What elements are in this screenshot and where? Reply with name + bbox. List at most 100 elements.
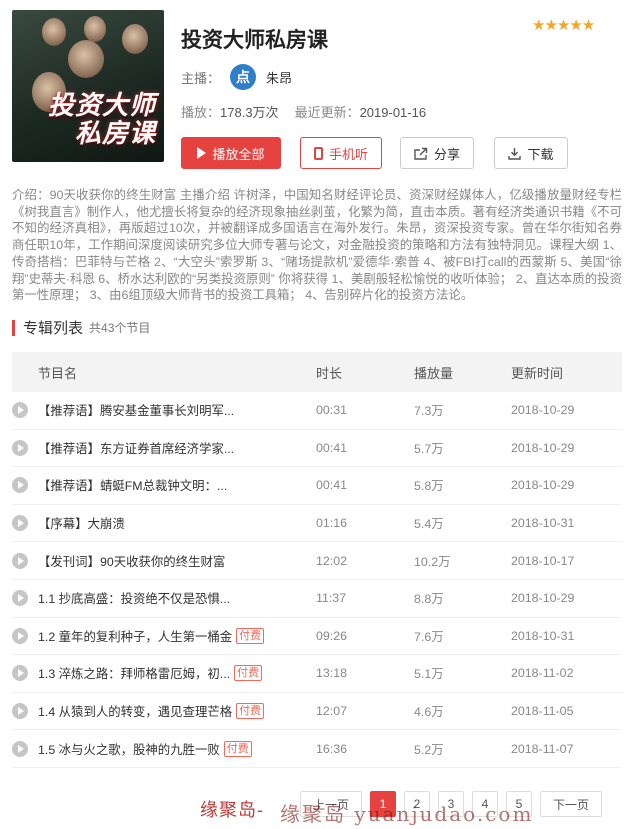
track-duration: 11:37 bbox=[316, 591, 347, 606]
track-plays: 4.6万 bbox=[414, 705, 444, 720]
play-icon[interactable] bbox=[12, 665, 28, 682]
track-row[interactable]: 1.4 从猿到人的转变，遇见查理芒格 付费 12:07 4.6万 2018-11-05 bbox=[12, 693, 622, 731]
album-title: 投资大师私房课 bbox=[181, 29, 328, 52]
track-row[interactable]: 【推荐语】东方证券首席经济学家... 00:41 5.7万 2018-10-29 bbox=[12, 430, 622, 468]
track-date: 2018-11-02 bbox=[511, 666, 574, 681]
track-row[interactable]: 1.3 淬炼之路：拜师格雷厄姆，初... 付费 13:18 5.1万 2018-11-0… bbox=[12, 655, 622, 693]
track-plays: 5.4万 bbox=[414, 517, 444, 532]
track-row[interactable]: 1.1 抄底高盛：投资绝不仅是恐惧... 11:37 8.8万 2018-10-29 bbox=[12, 580, 622, 618]
list-header: 节目名 时长 播放量 更新时间 bbox=[12, 352, 622, 392]
section-accent-bar bbox=[12, 319, 15, 336]
track-row[interactable]: 【发刊词】90天收获你的终生财富 12:02 10.2万 2018-10-17 bbox=[12, 542, 622, 580]
play-icon[interactable] bbox=[12, 552, 28, 569]
track-row[interactable]: 1.2 童年的复利种子，人生第一桶金 付费 09:26 7.6万 2018-10-31 bbox=[12, 618, 622, 656]
share-icon bbox=[414, 147, 428, 160]
track-title-cell: 1.3 淬炼之路：拜师格雷厄姆，初... 付费 bbox=[12, 664, 316, 682]
track-title[interactable]: 1.4 从猿到人的转变，遇见查理芒格 bbox=[38, 702, 232, 720]
track-duration: 00:41 bbox=[316, 440, 348, 455]
track-plays: 10.2万 bbox=[414, 554, 451, 569]
play-icon[interactable] bbox=[12, 402, 28, 419]
track-title[interactable]: 1.1 抄底高盛：投资绝不仅是恐惧... bbox=[38, 589, 230, 607]
track-plays: 8.8万 bbox=[414, 592, 444, 607]
track-title[interactable]: 【推荐语】腾安基金董事长刘明军... bbox=[38, 401, 234, 419]
track-title[interactable]: 1.2 童年的复利种子，人生第一桶金 bbox=[38, 627, 232, 645]
play-icon[interactable] bbox=[12, 477, 28, 494]
play-icon bbox=[197, 147, 207, 159]
track-date: 2018-10-29 bbox=[511, 591, 575, 606]
cover-title-art: 投资大师 私房课 bbox=[47, 91, 156, 149]
track-date: 2018-10-29 bbox=[511, 403, 575, 418]
track-plays: 5.1万 bbox=[414, 667, 444, 682]
track-date: 2018-10-31 bbox=[511, 516, 575, 531]
section-count: 共43个节目 bbox=[89, 321, 151, 335]
header-title: 节目名 bbox=[38, 365, 78, 381]
track-row[interactable]: 【推荐语】腾安基金董事长刘明军... 00:31 7.3万 2018-10-29 bbox=[12, 392, 622, 430]
play-icon[interactable] bbox=[12, 627, 28, 644]
plays-value: 178.3万次 bbox=[220, 105, 279, 120]
track-plays: 7.3万 bbox=[414, 404, 444, 419]
track-duration: 13:18 bbox=[316, 666, 348, 681]
track-duration: 16:36 bbox=[316, 741, 348, 756]
download-icon bbox=[508, 147, 522, 160]
section-header: 专辑列表 共43个节目 bbox=[12, 317, 150, 338]
track-title[interactable]: 【推荐语】东方证券首席经济学家... bbox=[38, 439, 234, 457]
header-duration: 时长 bbox=[316, 365, 343, 381]
paid-badge: 付费 bbox=[234, 665, 263, 682]
track-title-cell: 【序幕】大崩溃 bbox=[12, 514, 316, 532]
updated-label: 最近更新： bbox=[294, 105, 360, 120]
plays-label: 播放： bbox=[181, 105, 221, 120]
track-date: 2018-11-07 bbox=[511, 741, 574, 756]
track-title[interactable]: 【发刊词】90天收获你的终生财富 bbox=[38, 552, 225, 570]
track-date: 2018-10-29 bbox=[511, 440, 575, 455]
meta-row: 播放：178.3万次 最近更新：2019-01-16 bbox=[181, 102, 426, 121]
next-page-button[interactable]: 下一页 bbox=[540, 791, 602, 817]
play-all-button[interactable]: 播放全部 bbox=[181, 137, 281, 169]
play-icon[interactable] bbox=[12, 740, 28, 757]
updated-value: 2019-01-16 bbox=[359, 105, 427, 120]
track-plays: 5.8万 bbox=[414, 479, 444, 494]
track-row[interactable]: 【序幕】大崩溃 01:16 5.4万 2018-10-31 bbox=[12, 505, 622, 543]
track-duration: 12:02 bbox=[316, 553, 348, 568]
share-label: 分享 bbox=[433, 146, 460, 162]
host-name[interactable]: 朱昂 bbox=[266, 68, 292, 87]
host-label: 主播： bbox=[181, 70, 221, 86]
download-button[interactable]: 下载 bbox=[494, 137, 568, 169]
play-icon[interactable] bbox=[12, 590, 28, 607]
rating-stars: ★★★★★ bbox=[532, 17, 595, 34]
play-icon[interactable] bbox=[12, 703, 28, 720]
track-title[interactable]: 【序幕】大崩溃 bbox=[38, 514, 125, 532]
header-updated: 更新时间 bbox=[511, 365, 564, 381]
host-avatar[interactable]: 点 bbox=[230, 64, 257, 90]
track-title[interactable]: 1.5 冰与火之歌，股神的九胜一败 bbox=[38, 740, 220, 758]
track-plays: 5.7万 bbox=[414, 441, 444, 456]
track-title-cell: 【推荐语】东方证券首席经济学家... bbox=[12, 439, 316, 457]
track-title[interactable]: 【推荐语】蜻蜓FM总裁钟文明：... bbox=[38, 476, 227, 494]
track-row[interactable]: 1.5 冰与火之歌，股神的九胜一败 付费 16:36 5.2万 2018-11-07 bbox=[12, 730, 622, 768]
header-plays: 播放量 bbox=[414, 365, 454, 381]
track-list: 节目名 时长 播放量 更新时间 【推荐语】腾安基金董事长刘明军... 00:31 7… bbox=[12, 352, 622, 768]
paid-badge: 付费 bbox=[236, 703, 265, 720]
track-duration: 01:16 bbox=[316, 516, 348, 531]
track-duration: 09:26 bbox=[316, 628, 348, 643]
track-duration: 12:07 bbox=[316, 704, 348, 719]
track-plays: 7.6万 bbox=[414, 629, 444, 644]
play-icon[interactable] bbox=[12, 439, 28, 456]
watermark-text: 缘聚岛- bbox=[200, 800, 265, 821]
play-icon[interactable] bbox=[12, 515, 28, 532]
track-date: 2018-10-29 bbox=[511, 478, 575, 493]
track-row[interactable]: 【推荐语】蜻蜓FM总裁钟文明：... 00:41 5.8万 2018-10-29 bbox=[12, 467, 622, 505]
track-duration: 00:31 bbox=[316, 403, 348, 418]
track-title-cell: 1.4 从猿到人的转变，遇见查理芒格 付费 bbox=[12, 702, 316, 720]
track-title-cell: 【发刊词】90天收获你的终生财富 bbox=[12, 552, 316, 570]
album-cover: 投资大师 私房课 bbox=[12, 10, 164, 162]
track-title[interactable]: 1.3 淬炼之路：拜师格雷厄姆，初... bbox=[38, 664, 230, 682]
paid-badge: 付费 bbox=[236, 627, 265, 644]
share-button[interactable]: 分享 bbox=[400, 137, 474, 169]
paid-badge: 付费 bbox=[223, 740, 252, 757]
phone-listen-button[interactable]: 手机听 bbox=[300, 137, 382, 169]
track-date: 2018-11-05 bbox=[511, 704, 574, 719]
track-title-cell: 【推荐语】腾安基金董事长刘明军... bbox=[12, 401, 316, 419]
watermark-text-2: 缘聚岛 yuanjudao.com bbox=[280, 802, 534, 826]
track-title-cell: 1.1 抄底高盛：投资绝不仅是恐惧... bbox=[12, 589, 316, 607]
play-all-label: 播放全部 bbox=[212, 146, 265, 162]
